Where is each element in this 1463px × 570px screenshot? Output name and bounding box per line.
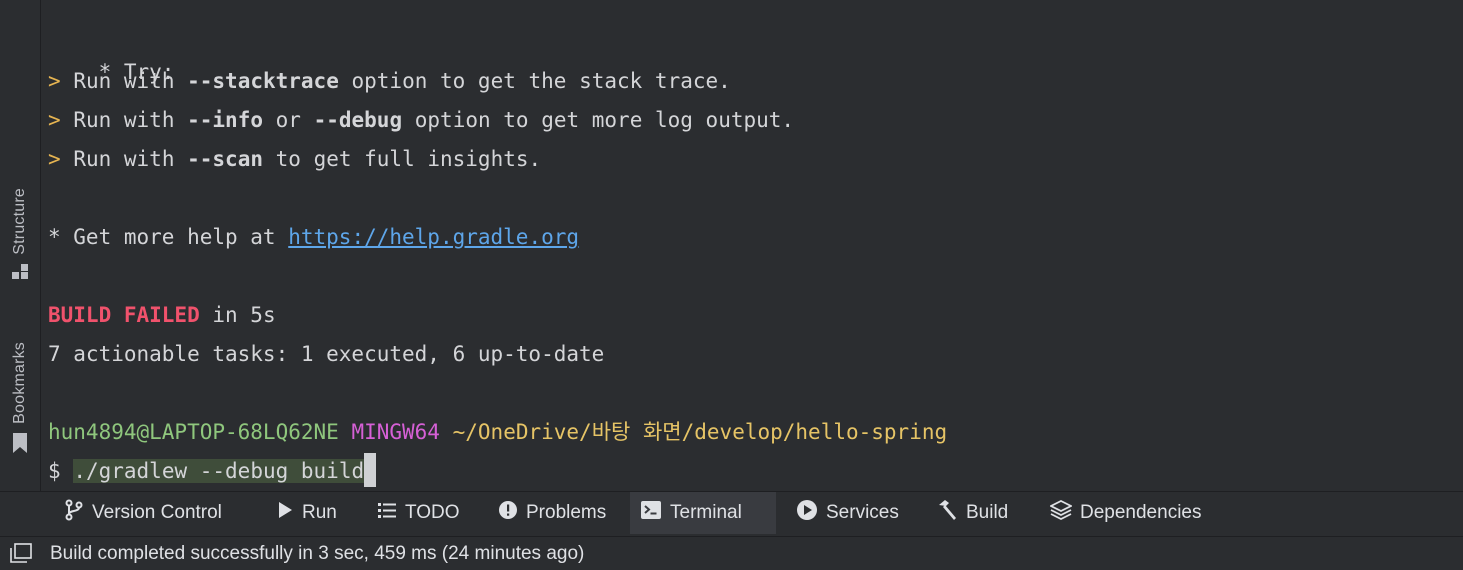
status-bar: Build completed successfully in 3 sec, 4… xyxy=(0,536,1463,570)
structure-icon xyxy=(11,263,29,286)
tasks-summary: 7 actionable tasks: 1 executed, 6 up-to-… xyxy=(48,342,605,366)
hammer-icon xyxy=(936,499,958,527)
left-tool-strip: Structure Bookmarks xyxy=(0,0,41,491)
tab-services[interactable]: Services xyxy=(786,492,909,534)
tab-dependencies[interactable]: Dependencies xyxy=(1040,492,1211,534)
prompt-line: hun4894@LAPTOP-68LQ62NE MINGW64 ~/OneDri… xyxy=(48,417,947,447)
tab-label: Problems xyxy=(526,502,607,523)
terminal-line: BUILD FAILED in 5s xyxy=(48,300,276,330)
tab-label: TODO xyxy=(405,502,460,523)
tab-build[interactable]: Build xyxy=(926,492,1018,534)
scan-flag: --scan xyxy=(187,147,263,171)
tab-label: Dependencies xyxy=(1080,502,1202,523)
tab-problems[interactable]: Problems xyxy=(488,492,616,534)
layers-icon xyxy=(1048,499,1074,527)
tool-window-bar: Version Control Run TODO Problems Termin… xyxy=(0,491,1463,537)
bookmarks-label: Bookmarks xyxy=(11,342,28,424)
bookmarks-tool-button[interactable]: Bookmarks xyxy=(0,342,40,459)
warning-circle-icon xyxy=(498,500,518,526)
command-line[interactable]: $ ./gradlew --debug build xyxy=(48,453,377,487)
prompt-shell: MINGW64 xyxy=(351,420,440,444)
text-cursor xyxy=(364,453,377,487)
tab-label: Services xyxy=(826,502,899,523)
structure-tool-button[interactable]: Structure xyxy=(0,188,40,286)
arrow-marker: > xyxy=(48,147,61,171)
terminal-line: * Get more help at https://help.gradle.o… xyxy=(48,222,579,252)
info-flag: --info xyxy=(187,108,263,132)
terminal-line: > Run with --scan to get full insights. xyxy=(48,144,541,174)
command-input[interactable]: ./gradlew --debug build xyxy=(73,459,365,483)
arrow-marker: > xyxy=(48,69,61,93)
stacktrace-description: option to get the stack trace. xyxy=(351,69,731,93)
tab-todo[interactable]: TODO xyxy=(367,492,470,534)
terminal-line: > Run with --info or --debug option to g… xyxy=(48,105,794,135)
terminal-line: 7 actionable tasks: 1 executed, 6 up-to-… xyxy=(48,339,604,369)
play-icon xyxy=(276,500,294,526)
stacktrace-flag: --stacktrace xyxy=(187,69,339,93)
terminal-line: * Try: xyxy=(48,27,175,84)
run-with-text: Run with xyxy=(73,69,175,93)
build-time-text: in 5s xyxy=(212,303,276,327)
scan-description: to get full insights. xyxy=(275,147,542,171)
services-icon xyxy=(796,499,818,527)
tab-label: Version Control xyxy=(92,502,222,523)
list-icon xyxy=(377,501,397,525)
gradle-help-link[interactable]: https://help.gradle.org xyxy=(288,225,579,249)
run-with-text: Run with xyxy=(73,147,175,171)
debug-description: option to get more log output. xyxy=(414,108,795,132)
terminal-icon xyxy=(640,500,662,526)
run-with-text: Run with xyxy=(73,108,175,132)
tab-terminal[interactable]: Terminal xyxy=(630,492,776,534)
terminal-panel[interactable]: * Try: > Run with --stacktrace option to… xyxy=(41,0,1463,491)
prompt-user-host: hun4894@LAPTOP-68LQ62NE xyxy=(48,420,339,444)
status-message: Build completed successfully in 3 sec, 4… xyxy=(50,543,585,564)
tab-run[interactable]: Run xyxy=(266,492,347,534)
tab-version-control[interactable]: Version Control xyxy=(54,492,232,534)
terminal-line: > Run with --stacktrace option to get th… xyxy=(48,66,731,96)
toggle-panel-icon[interactable] xyxy=(10,543,32,569)
branch-icon xyxy=(64,499,84,527)
prompt-symbol: $ xyxy=(48,459,61,483)
arrow-marker: > xyxy=(48,108,61,132)
bookmark-icon xyxy=(11,432,29,459)
prompt-path: ~/OneDrive/바탕 화면/develop/hello-spring xyxy=(452,420,948,444)
help-prefix: * Get more help at xyxy=(48,225,276,249)
debug-flag: --debug xyxy=(313,108,403,132)
tab-label: Run xyxy=(302,502,337,523)
tab-label: Build xyxy=(966,502,1009,523)
structure-label: Structure xyxy=(11,188,28,255)
build-failed-text: BUILD FAILED xyxy=(48,303,200,327)
or-text: or xyxy=(275,108,301,132)
tab-label: Terminal xyxy=(670,502,742,523)
